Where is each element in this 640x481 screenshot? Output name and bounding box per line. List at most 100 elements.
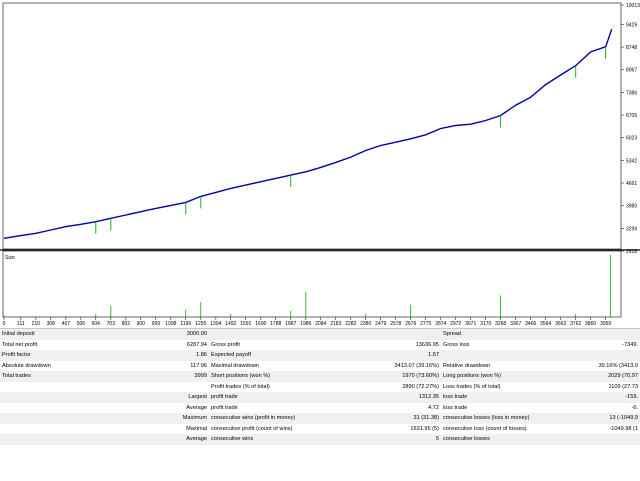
x-tick-label: 2972	[450, 321, 461, 327]
x-tick-label: 3170	[480, 321, 491, 327]
metric-label-2: consecutive profit (count of wins)	[209, 423, 369, 434]
metric-label-3: Relative drawdown	[441, 360, 571, 371]
metric-value-3: -7349.	[571, 339, 640, 350]
x-tick-label: 802	[122, 321, 131, 327]
metric-label-2	[209, 329, 369, 340]
size-panel-label: Size	[5, 255, 15, 261]
metric-label-3: Gross loss	[441, 339, 571, 350]
metric-label-3: loss trade	[441, 402, 571, 413]
metric-label	[0, 402, 105, 413]
metric-value-2: 4.72	[369, 402, 441, 413]
metric-value-2: 1.57	[369, 350, 441, 361]
metric-value: Average	[105, 402, 209, 413]
metric-label	[0, 423, 105, 434]
x-tick-label: 3268	[495, 321, 506, 327]
metric-label-3	[441, 350, 571, 361]
metric-value: 117.96	[105, 360, 209, 371]
x-tick-label: 1887	[285, 321, 296, 327]
metric-value-3: -159.	[571, 392, 640, 403]
metric-value: 3999	[105, 371, 209, 382]
report-row: Initial deposit 3000.00 Spread	[0, 329, 640, 340]
metric-value-2: 1631.95 (5)	[369, 423, 441, 434]
metric-value-3	[571, 434, 640, 445]
metric-label	[0, 413, 105, 424]
y-tick-label: 8748	[626, 45, 637, 51]
metric-label: Total trades	[0, 371, 105, 382]
metric-value-2: 1970 (73.60%)	[369, 371, 441, 382]
y-tick-label: 6023	[626, 136, 637, 142]
y-tick-label: 9429	[626, 22, 637, 28]
metric-label-2: profit trade	[209, 402, 369, 413]
metric-value-2: 5	[369, 434, 441, 445]
metric-label: Profit factor	[0, 350, 105, 361]
metric-value: Maximum	[105, 413, 209, 424]
metric-value: 3000.00	[105, 329, 209, 340]
x-tick-label: 3466	[525, 321, 536, 327]
report-table: Initial deposit 3000.00 Spread Total net pr…	[0, 329, 640, 445]
report-panel: Initial deposit 3000.00 Spread Total net pr…	[0, 328, 640, 481]
tester-graph: Size 10013 9429 8748 8067 7386 6705 6023 5342 46…	[0, 0, 640, 328]
metric-label: Total net profit	[0, 339, 105, 350]
metric-value: 1.86	[105, 350, 209, 361]
metric-value-3: -6.	[571, 402, 640, 413]
x-tick-label: 2775	[420, 321, 431, 327]
x-tick-label: 999	[152, 321, 161, 327]
x-tick-label: 2282	[345, 321, 356, 327]
x-tick-label: 3959	[600, 321, 611, 327]
metric-label: Absolute drawdown	[0, 360, 105, 371]
x-tick-label: 210	[32, 321, 41, 327]
report-row: Average consecutive wins 5 consecutive loss…	[0, 434, 640, 445]
metric-label	[0, 434, 105, 445]
metric-value-2: 2890 (72.27%)	[369, 381, 441, 392]
metric-label-2: Profit trades (% of total)	[209, 381, 369, 392]
x-tick-label: 604	[92, 321, 101, 327]
metric-label-3: consecutive losses (loss in money)	[441, 413, 571, 424]
metric-value-3: 39.16% (3413.0	[571, 360, 640, 371]
metric-label-3: loss trade	[441, 392, 571, 403]
metric-label	[0, 381, 105, 392]
y-tick-label: 3980	[626, 204, 637, 210]
metric-value-3: 2029 (70.97	[571, 371, 640, 382]
metric-value-3	[571, 329, 640, 340]
x-tick-label: 1986	[300, 321, 311, 327]
metric-label: Initial deposit	[0, 329, 105, 340]
x-tick-label: 1098	[165, 321, 176, 327]
x-tick-label: 3367	[510, 321, 521, 327]
report-row: Largest profit trade 1312.35 loss trade -159…	[0, 392, 640, 403]
x-tick-label: 2578	[390, 321, 401, 327]
x-tick-label: 3663	[555, 321, 566, 327]
metric-value-2	[369, 329, 441, 340]
report-row: Profit trades (% of total) 2890 (72.27%) L…	[0, 381, 640, 392]
x-tick-label: 2676	[405, 321, 416, 327]
x-tick-label: 1788	[270, 321, 281, 327]
y-tick-label: 6705	[626, 113, 637, 119]
metric-value-3: -1049.98 (1	[571, 423, 640, 434]
y-tick-label: 7386	[626, 90, 637, 96]
metric-value-3: 13 (-1049.9	[571, 413, 640, 424]
metric-value-2: 13636.95	[369, 339, 441, 350]
metric-value-2: 3413.07 (39.16%)	[369, 360, 441, 371]
metric-value-2: 1312.35	[369, 392, 441, 403]
x-tick-label: 3564	[540, 321, 551, 327]
chart-svg: Size 10013 9429 8748 8067 7386 6705 6023 5342 46…	[0, 0, 640, 328]
x-tick-label: 111	[17, 321, 25, 327]
x-tick-label: 2380	[360, 321, 371, 327]
metric-label-2: consecutive wins (profit in money)	[209, 413, 369, 424]
metric-label-2: Maximal drawdown	[209, 360, 369, 371]
x-tick-label: 3762	[570, 321, 581, 327]
x-tick-label: 308	[47, 321, 56, 327]
metric-value: 6287.94	[105, 339, 209, 350]
x-tick-label: 1690	[255, 321, 266, 327]
metric-label-3: Spread	[441, 329, 571, 340]
x-tick-label: 3071	[465, 321, 476, 327]
metric-label-2: Short positions (won %)	[209, 371, 369, 382]
y-tick-label: 8067	[626, 68, 637, 74]
metric-value: Largest	[105, 392, 209, 403]
report-row: Average profit trade 4.72 loss trade -6.	[0, 402, 640, 413]
metric-label-3: consecutive losses	[441, 434, 571, 445]
metric-label-2: Gross profit	[209, 339, 369, 350]
x-tick-label: 2084	[315, 321, 326, 327]
x-tick-label: 1295	[195, 321, 206, 327]
x-tick-label: 1394	[210, 321, 221, 327]
y-tick-label: 5342	[626, 158, 637, 164]
